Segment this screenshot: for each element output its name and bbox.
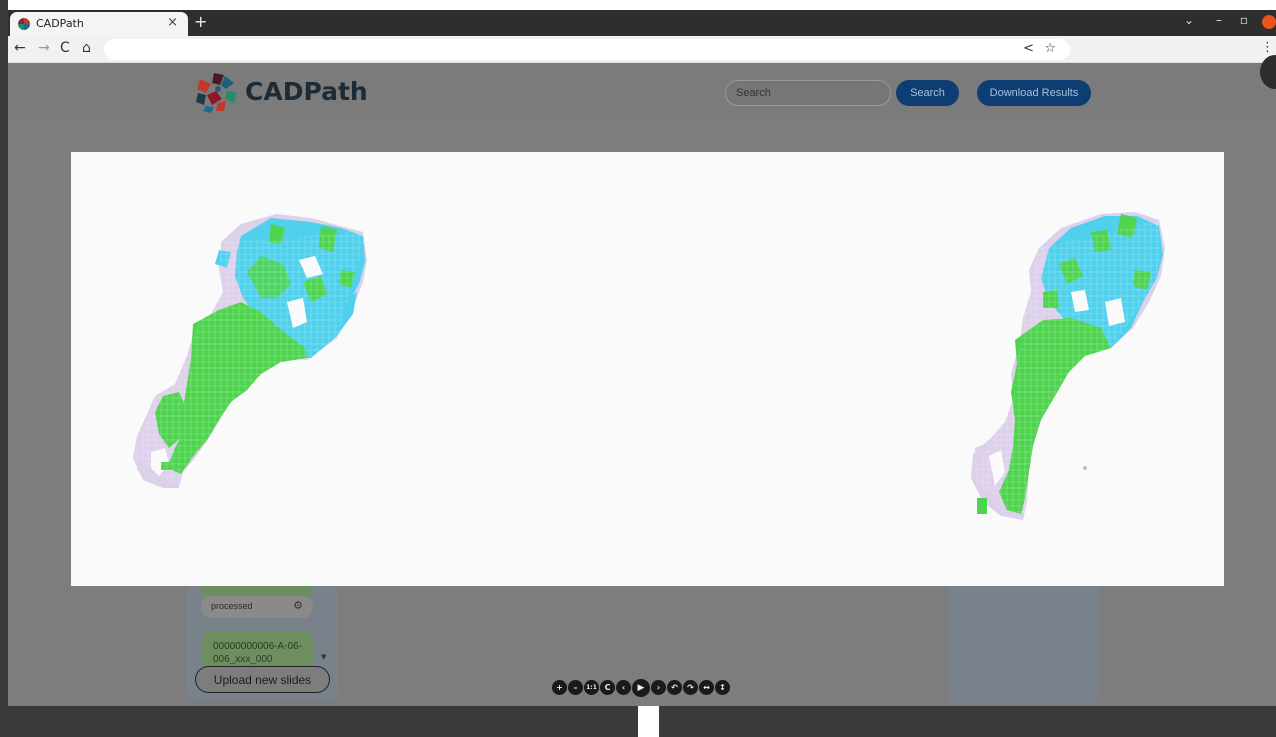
specimen-right — [971, 212, 1165, 520]
browser-menu-icon[interactable]: ⋮ — [1261, 40, 1274, 55]
next-icon[interactable]: › — [651, 680, 666, 695]
url-field[interactable]: < ☆ — [104, 39, 1070, 60]
home-icon[interactable]: ⌂ — [82, 40, 91, 56]
footer-bar — [8, 706, 1276, 737]
window-edge — [0, 0, 8, 737]
rotate-right-icon[interactable]: ↷ — [683, 680, 698, 695]
prev-icon[interactable]: ‹ — [616, 680, 631, 695]
forward-icon[interactable]: → — [38, 40, 50, 56]
download-results-button[interactable]: Download Results — [977, 80, 1091, 106]
actual-size-icon[interactable]: 1:1 — [584, 680, 599, 695]
app-name: CADPath — [245, 77, 368, 106]
viewer-toolbar: + – 1:1 C ‹ ▶ › ↶ ↷ ↔ ↕ — [552, 679, 730, 698]
reload-icon[interactable]: C — [60, 40, 70, 56]
minimize-icon[interactable]: – — [1216, 13, 1222, 27]
rotate-left-icon[interactable]: ↶ — [667, 680, 682, 695]
slide-viewer[interactable] — [71, 152, 1224, 586]
specimen-left — [133, 214, 367, 488]
browser-tab-bar: CADPath × + ⌄ – ▫ — [8, 10, 1276, 36]
tab-close-icon[interactable]: × — [167, 15, 178, 30]
logo-icon — [196, 73, 237, 113]
flip-vertical-icon[interactable]: ↕ — [715, 680, 730, 695]
chevron-down-icon[interactable]: ▼ — [321, 653, 326, 661]
upload-slides-button[interactable]: Upload new slides — [195, 666, 330, 693]
status-badge: processed ⚙ — [201, 596, 313, 618]
close-window-icon[interactable] — [1262, 15, 1276, 29]
maximize-icon[interactable]: ▫ — [1240, 13, 1248, 27]
zoom-out-icon[interactable]: – — [568, 680, 583, 695]
status-text: processed — [211, 601, 253, 611]
tab-list-icon[interactable]: ⌄ — [1184, 13, 1194, 27]
address-bar: ← → C ⌂ < ☆ ⋮ — [8, 36, 1276, 63]
slide-image — [133, 212, 1165, 520]
zoom-in-icon[interactable]: + — [552, 680, 567, 695]
new-tab-icon[interactable]: + — [194, 12, 207, 31]
browser-tab[interactable]: CADPath × — [10, 12, 188, 36]
search-input[interactable] — [725, 80, 891, 106]
search-button[interactable]: Search — [896, 80, 959, 106]
gear-icon[interactable]: ⚙ — [293, 599, 303, 612]
footer-handle — [638, 706, 659, 737]
tab-title: CADPath — [36, 17, 84, 30]
favicon-icon — [18, 18, 30, 30]
back-icon[interactable]: ← — [14, 40, 26, 56]
share-icon[interactable]: < — [1023, 41, 1034, 56]
flip-horizontal-icon[interactable]: ↔ — [699, 680, 714, 695]
reset-icon[interactable]: C — [600, 680, 615, 695]
play-icon[interactable]: ▶ — [632, 679, 650, 697]
results-panel — [947, 581, 1099, 703]
bookmark-star-icon[interactable]: ☆ — [1044, 41, 1056, 56]
